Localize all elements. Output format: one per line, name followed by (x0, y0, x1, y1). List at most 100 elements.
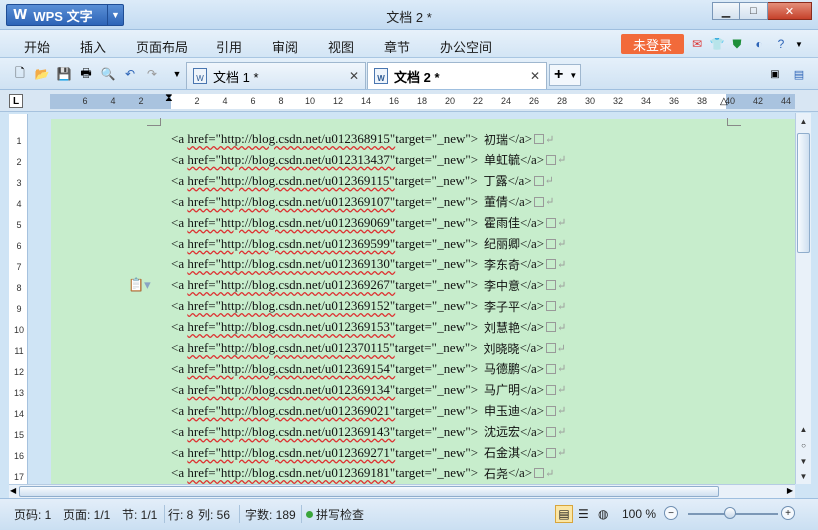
tab-document-1[interactable]: W 文档 1 * ✕ (186, 62, 366, 89)
status-section[interactable]: 节: 1/1 (122, 505, 157, 523)
document-line[interactable]: <a href="http://blog.csdn.net/u012369130… (171, 254, 566, 274)
ruler-track[interactable]: 6 4 2 2 4 6 8 10 12 14 16 18 20 22 24 26… (50, 92, 795, 109)
right-indent-marker-icon[interactable]: △ (720, 96, 728, 107)
scroll-down-icon[interactable]: ▼ (796, 468, 811, 484)
cloud-icon[interactable]: ◐ (750, 35, 768, 53)
tag-open: <a (171, 340, 185, 355)
document-line[interactable]: <a href="http://blog.csdn.net/u012369154… (171, 359, 566, 379)
document-line[interactable]: <a href="http://blog.csdn.net/u012370115… (171, 338, 566, 358)
field-box (546, 426, 557, 437)
document-line[interactable]: <a href="http://blog.csdn.net/u012313437… (171, 150, 566, 170)
save-icon[interactable]: 💾 (55, 65, 73, 83)
document-line[interactable]: <a href="http://blog.csdn.net/u012369271… (171, 443, 566, 463)
menu-item-insert[interactable]: 插入 (80, 37, 106, 56)
tab-document-2[interactable]: W 文档 2 * ✕ (367, 62, 547, 89)
skin-icon[interactable]: 👕 (708, 35, 726, 53)
outline-view-icon[interactable]: ☰ (578, 505, 589, 523)
menu-item-review[interactable]: 审阅 (272, 37, 298, 56)
document-line[interactable]: <a href="http://blog.csdn.net/u012369181… (171, 463, 554, 483)
ruler-number: 44 (780, 96, 791, 106)
collapse-ribbon-icon[interactable]: ▣ (766, 65, 784, 83)
ruler-number: 10 (304, 96, 315, 106)
close-icon[interactable]: ✕ (349, 69, 359, 83)
spell-check-toggle[interactable]: 拼写检查 (306, 505, 364, 523)
menu-item-view[interactable]: 视图 (328, 37, 354, 56)
field-box (546, 259, 557, 270)
previous-page-icon[interactable]: ▲ (796, 421, 811, 437)
open-folder-icon[interactable]: 📂 (33, 65, 51, 83)
indent-marker-icon[interactable]: ⧗ (165, 92, 173, 105)
document-page[interactable]: 📋▾ <a href="http://blog.csdn.net/u012368… (51, 118, 795, 484)
scroll-right-icon[interactable]: ▶ (787, 486, 793, 495)
help-icon[interactable]: ? (772, 35, 790, 53)
new-document-icon[interactable]: 🗋 (11, 65, 29, 83)
zoom-slider-knob[interactable] (724, 507, 736, 519)
minimize-icon: ▁ (721, 5, 731, 18)
status-word-count[interactable]: 字数: 189 (245, 505, 296, 523)
menu-item-page-layout[interactable]: 页面布局 (136, 37, 188, 56)
undo-icon[interactable]: ↶ (121, 65, 139, 83)
vertical-scroll-thumb[interactable] (797, 133, 810, 253)
print-icon[interactable]: 🖶 (77, 65, 95, 83)
close-icon: ✕ (784, 5, 795, 18)
new-tab-button[interactable]: + ▼ (549, 64, 581, 86)
zoom-in-icon[interactable]: + (781, 506, 795, 520)
scroll-up-icon[interactable]: ▲ (796, 113, 811, 129)
zoom-out-icon[interactable]: − (664, 506, 678, 520)
close-icon[interactable]: ✕ (530, 69, 540, 83)
minimize-button[interactable]: ▁ (712, 2, 740, 20)
page-view-icon[interactable]: ▤ (555, 505, 573, 523)
paste-options-icon[interactable]: 📋▾ (128, 277, 151, 293)
tab-stop-selector[interactable]: L (9, 94, 23, 108)
status-page[interactable]: 页码: 1 (14, 505, 51, 523)
document-viewport[interactable]: 📋▾ <a href="http://blog.csdn.net/u012368… (29, 113, 795, 484)
customize-toolbar-icon[interactable]: ▼ (168, 65, 186, 83)
document-line[interactable]: <a href="http://blog.csdn.net/u012369153… (171, 317, 566, 337)
horizontal-scrollbar[interactable]: ◀ ▶ (9, 484, 795, 498)
vruler-number: 14 (13, 409, 24, 419)
document-line[interactable]: <a href="http://blog.csdn.net/u012369107… (171, 192, 554, 212)
tag-close: </a> (520, 423, 545, 439)
document-line[interactable]: <a href="http://blog.csdn.net/u012369599… (171, 234, 566, 254)
document-line[interactable]: <a href="http://blog.csdn.net/u012369143… (171, 422, 566, 442)
menu-item-references[interactable]: 引用 (216, 37, 242, 56)
document-line[interactable]: <a href="http://blog.csdn.net/u012369152… (171, 296, 566, 316)
href-attribute: href="http://blog.csdn.net/u012369115" (187, 172, 395, 188)
menu-item-office-space[interactable]: 办公空间 (440, 37, 492, 56)
print-preview-icon[interactable]: 🔍 (99, 65, 117, 83)
document-line[interactable]: <a href="http://blog.csdn.net/u012369021… (171, 401, 566, 421)
zoom-level[interactable]: 100 % (622, 505, 656, 523)
document-line[interactable]: <a href="http://blog.csdn.net/u012369069… (171, 213, 566, 233)
tag-close: </a> (519, 340, 544, 355)
window-layout-icon[interactable]: ▤ (790, 65, 808, 83)
shield-icon[interactable]: ⛊ (728, 35, 746, 53)
field-box (534, 468, 545, 479)
redo-icon[interactable]: ↷ (143, 65, 161, 83)
status-column[interactable]: 列: 56 (198, 505, 230, 523)
vruler-number: 15 (13, 430, 24, 440)
horizontal-scroll-thumb[interactable] (19, 486, 719, 497)
web-view-icon[interactable]: ◍ (598, 505, 608, 523)
mail-icon[interactable]: ✉ (688, 35, 706, 53)
status-pages[interactable]: 页面: 1/1 (63, 505, 110, 523)
document-line[interactable]: <a href="http://blog.csdn.net/u012369134… (171, 380, 566, 400)
menu-item-start[interactable]: 开始 (24, 37, 50, 56)
field-box (534, 196, 545, 207)
person-name: 马德鹏 (484, 362, 521, 377)
close-button[interactable]: ✕ (768, 2, 812, 20)
vruler-number: 17 (13, 472, 24, 482)
login-button[interactable]: 未登录 (621, 34, 684, 54)
ruler-number: 2 (194, 96, 200, 106)
document-line[interactable]: <a href="http://blog.csdn.net/u012368915… (171, 129, 554, 149)
menu-item-chapter[interactable]: 章节 (384, 37, 410, 56)
scroll-left-icon[interactable]: ◀ (10, 486, 16, 495)
ruler-number: 42 (752, 96, 763, 106)
vertical-scrollbar[interactable]: ▲ ▲ ○ ▼ ▼ (795, 113, 811, 484)
select-browse-object-icon[interactable]: ○ (796, 437, 811, 453)
document-line[interactable]: <a href="http://blog.csdn.net/u012369267… (171, 275, 566, 295)
status-row[interactable]: 行: 8 (168, 505, 193, 523)
maximize-button[interactable]: □ (740, 2, 768, 20)
chevron-down-icon[interactable]: ▼ (790, 35, 808, 53)
next-page-icon[interactable]: ▼ (796, 453, 811, 469)
document-line[interactable]: <a href="http://blog.csdn.net/u012369115… (171, 171, 554, 191)
